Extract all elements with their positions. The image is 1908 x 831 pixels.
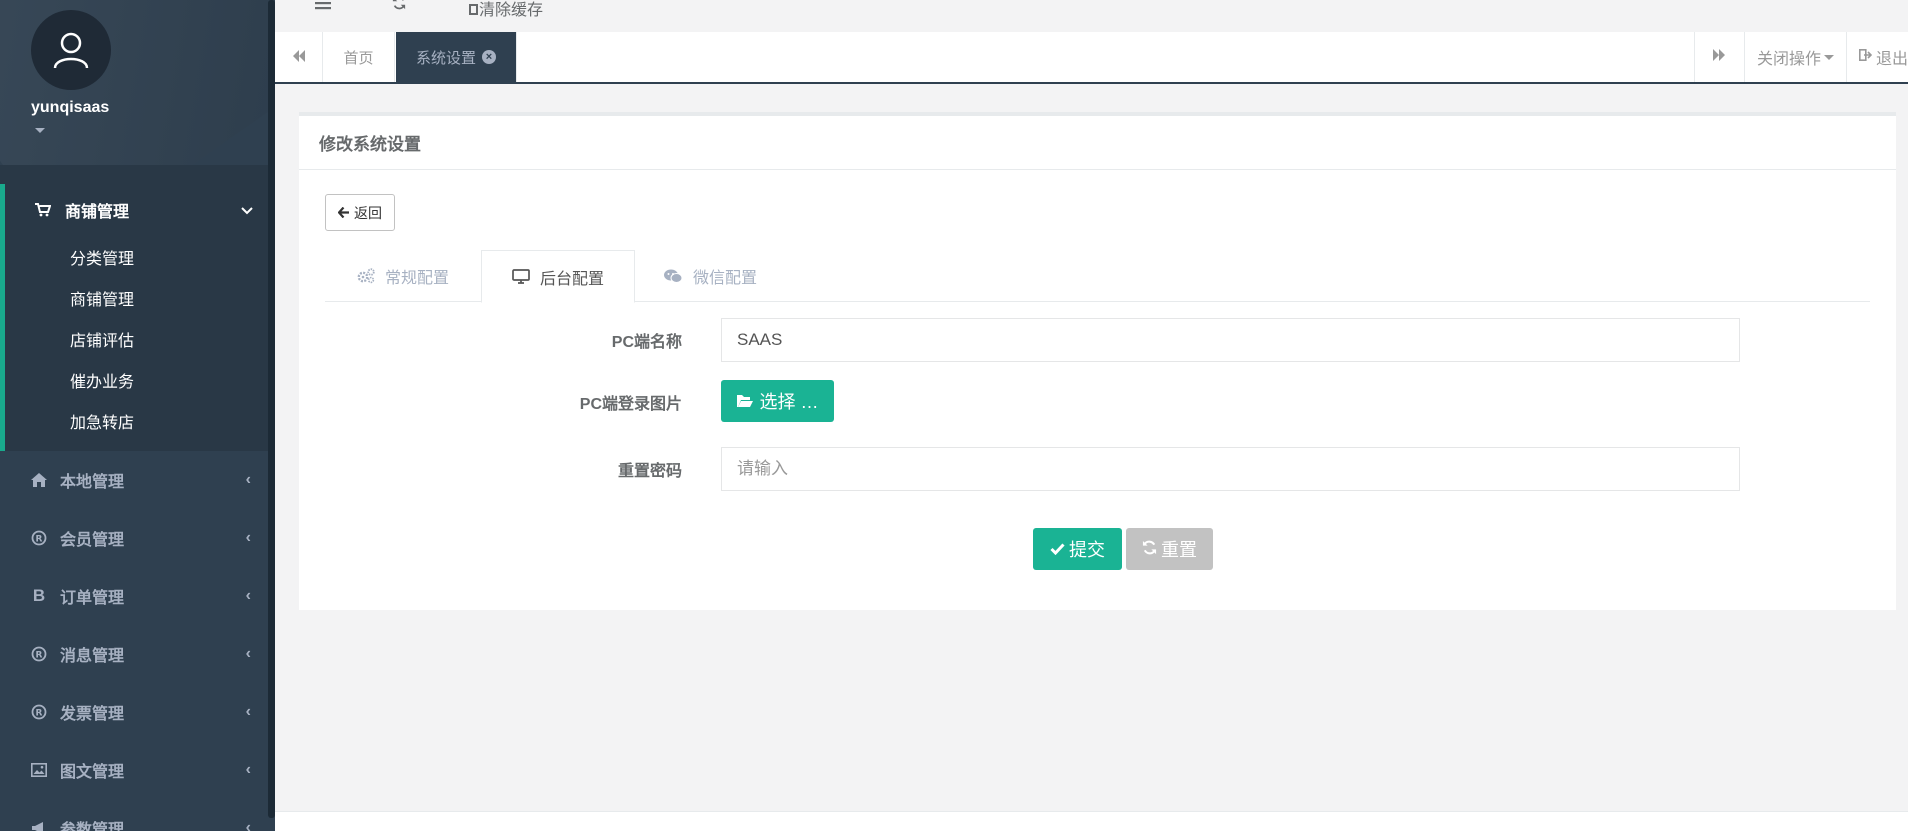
chevron-left-icon: ‹	[245, 703, 251, 720]
reset-button[interactable]: 重置	[1126, 528, 1213, 570]
close-tab-icon[interactable]: ×	[482, 50, 497, 64]
clear-cache-button[interactable]: 清除缓存	[469, 0, 543, 20]
tab-backend-config[interactable]: 后台配置	[481, 250, 635, 303]
svg-text:R: R	[36, 651, 43, 661]
submit-button[interactable]: 提交	[1033, 528, 1122, 570]
page-tabs-bar: 首页 系统设置 × 关闭操作 退出	[275, 32, 1908, 84]
sidebar-item-message[interactable]: R 消息管理 ‹	[0, 625, 275, 683]
chevron-left-icon: ‹	[245, 587, 251, 604]
form-row-pc-login-image: PC端登录图片 选择 …	[299, 380, 1896, 424]
config-tabs: 常规配置 后台配置 微信配置	[325, 250, 1870, 303]
form-row-reset-password: 重置密码	[299, 447, 1896, 491]
form-row-pc-name: PC端名称	[299, 318, 1896, 362]
arrow-left-icon	[337, 205, 350, 221]
chevron-left-icon: ‹	[245, 819, 251, 831]
settings-panel: 修改系统设置 返回 常规配置 后台配置 微信配置 PC端名称 SAAS PC端登…	[299, 112, 1896, 610]
pc-name-label: PC端名称	[611, 334, 682, 351]
refresh-icon	[1142, 539, 1157, 560]
svg-text:R: R	[36, 709, 43, 719]
sign-out-icon	[1858, 48, 1873, 66]
user-icon	[53, 32, 89, 69]
double-right-icon	[1712, 48, 1726, 66]
sidebar-item-local[interactable]: 本地管理 ‹	[0, 451, 275, 509]
desktop-icon	[512, 269, 530, 284]
tab-home[interactable]: 首页	[323, 32, 395, 82]
double-left-icon	[292, 49, 306, 66]
user-avatar[interactable]	[31, 10, 111, 90]
shopping-cart-icon	[35, 203, 53, 217]
chevron-left-icon: ‹	[245, 761, 251, 778]
sidebar: yunqisaas 商铺管理 分类管理 商铺管理 店铺评估 催办业务 加急转店 …	[0, 0, 275, 831]
logout-button[interactable]: 退出	[1845, 32, 1908, 82]
pc-login-image-label: PC端登录图片	[579, 396, 682, 413]
menu-group-shop-header[interactable]: 商铺管理	[5, 184, 275, 236]
username[interactable]: yunqisaas	[31, 99, 109, 117]
sidebar-item-urge[interactable]: 催办业务	[5, 359, 275, 400]
panel-title: 修改系统设置	[299, 116, 1896, 170]
chevron-left-icon: ‹	[245, 529, 251, 546]
sidebar-item-member[interactable]: R 会员管理 ‹	[0, 509, 275, 567]
tab-wechat-config[interactable]: 微信配置	[635, 250, 785, 302]
close-operations-dropdown[interactable]: 关闭操作	[1743, 32, 1846, 82]
profile-section: yunqisaas	[0, 0, 275, 165]
megaphone-icon	[30, 821, 48, 831]
menu-toggle-icon[interactable]	[315, 0, 331, 15]
bitcoin-b-icon: B	[32, 586, 46, 605]
reset-password-input[interactable]	[721, 447, 1740, 491]
reset-password-label: 重置密码	[617, 463, 682, 480]
caret-down-icon[interactable]	[35, 128, 45, 133]
wechat-icon	[663, 268, 683, 284]
registered-icon: R	[30, 646, 48, 662]
tab-general-config[interactable]: 常规配置	[325, 250, 481, 302]
caret-down-icon	[1823, 54, 1834, 60]
registered-icon: R	[30, 530, 48, 546]
menu-group-shop: 商铺管理 分类管理 商铺管理 店铺评估 催办业务 加急转店	[0, 184, 275, 451]
folder-open-icon	[736, 394, 754, 408]
tabs-scroll-right-button[interactable]	[1693, 32, 1744, 82]
home-icon	[30, 473, 48, 487]
svg-text:R: R	[36, 535, 43, 545]
chevron-down-icon	[241, 202, 253, 220]
sidebar-item-article[interactable]: 图文管理 ‹	[0, 741, 275, 799]
sidebar-item-order[interactable]: B 订单管理 ‹	[0, 567, 275, 625]
gears-icon	[357, 268, 375, 284]
tab-system-settings[interactable]: 系统设置 ×	[396, 32, 518, 82]
chevron-left-icon: ‹	[245, 645, 251, 662]
registered-icon: R	[30, 704, 48, 720]
back-button[interactable]: 返回	[325, 194, 395, 231]
image-icon	[30, 763, 48, 777]
submenu: 分类管理 商铺管理 店铺评估 催办业务 加急转店	[5, 236, 275, 441]
sidebar-scrollbar[interactable]	[268, 0, 275, 818]
refresh-icon[interactable]	[391, 0, 407, 15]
tabs-scroll-left-button[interactable]	[275, 32, 323, 82]
chevron-left-icon: ‹	[245, 471, 251, 488]
sidebar-item-invoice[interactable]: R 发票管理 ‹	[0, 683, 275, 741]
sidebar-item-shop[interactable]: 商铺管理	[5, 277, 275, 318]
check-icon	[1050, 539, 1065, 560]
trash-icon	[469, 4, 478, 15]
pc-name-input[interactable]	[721, 318, 1740, 362]
sidebar-item-urgent-transfer[interactable]: 加急转店	[5, 400, 275, 441]
sidebar-item-params[interactable]: 参数管理 ‹	[0, 799, 275, 831]
sidebar-item-evaluation[interactable]: 店铺评估	[5, 318, 275, 359]
main-content: 修改系统设置 返回 常规配置 后台配置 微信配置 PC端名称 SAAS PC端登…	[275, 86, 1908, 811]
footer	[275, 811, 1908, 831]
top-toolbar: 清除缓存	[275, 0, 1908, 32]
choose-file-button[interactable]: 选择 …	[721, 380, 834, 422]
sidebar-item-category[interactable]: 分类管理	[5, 236, 275, 277]
tab-tools: 关闭操作 退出	[1693, 32, 1908, 82]
